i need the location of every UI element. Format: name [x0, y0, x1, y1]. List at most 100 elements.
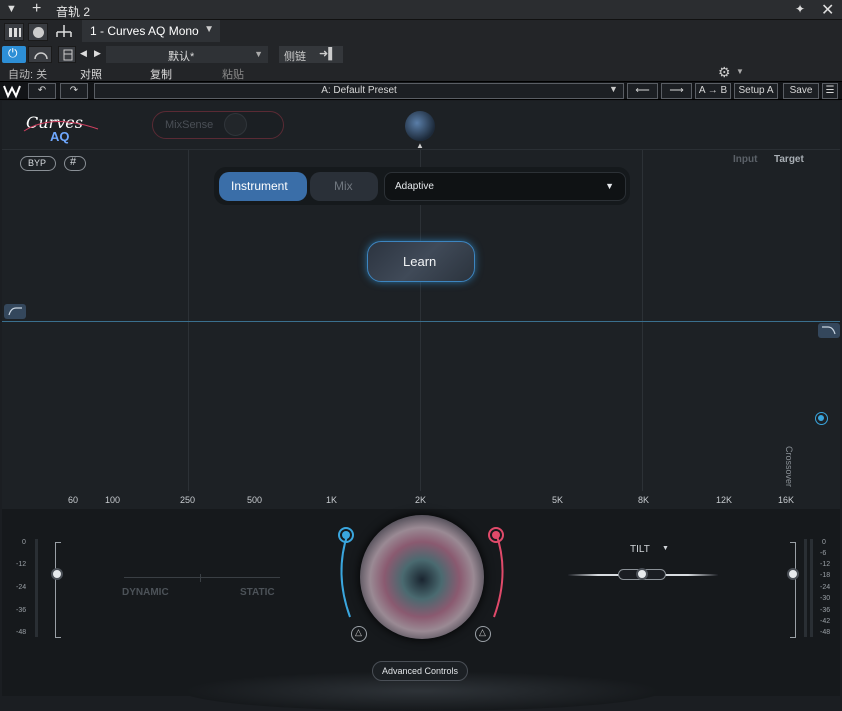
freq-label-100: 100 [105, 495, 121, 505]
freq-label-2k: 2K [415, 495, 427, 505]
preset-next-icon[interactable]: ▶ [94, 48, 101, 59]
advanced-controls-button[interactable]: Advanced Controls [372, 661, 468, 681]
grid-line-8k [642, 149, 643, 491]
db-label: -24 [820, 584, 831, 591]
menu-button[interactable]: ☰ [822, 83, 838, 99]
learn-label: Learn [403, 254, 437, 269]
redo-button[interactable]: ↷ [60, 83, 88, 99]
save-button[interactable]: Save [783, 83, 819, 99]
bars-icon[interactable] [4, 23, 24, 41]
mode-mix-button[interactable]: Mix [310, 172, 378, 201]
mixsense-toggle[interactable]: MixSense [152, 111, 284, 139]
dynamic-static-slider[interactable] [124, 577, 280, 578]
mixsense-label: MixSense [165, 119, 214, 131]
output-gain-slider[interactable] [790, 542, 796, 638]
preset-dropdown[interactable]: 默认* ▼ [106, 46, 268, 63]
low-shelf-button[interactable]: △ [351, 626, 367, 642]
close-icon[interactable]: ✕ [821, 0, 834, 20]
db-label: -12 [16, 561, 27, 568]
pin-icon[interactable]: ✦ [795, 2, 805, 16]
arrow-right-icon: ⟶ [669, 85, 684, 96]
tilt-menu-icon[interactable]: ▼ [662, 545, 669, 552]
freq-label-12k: 12K [716, 495, 733, 505]
input-view-toggle[interactable]: Input [733, 154, 757, 165]
activate-icon[interactable] [28, 46, 52, 63]
freq-label-250: 250 [180, 495, 196, 505]
grid-line-250 [188, 149, 189, 491]
arrow-left-icon: ⟵ [635, 85, 650, 96]
target-view-toggle[interactable]: Target [774, 154, 804, 165]
crossover-button[interactable] [815, 412, 828, 425]
input-gain-slider[interactable] [55, 542, 61, 638]
prev-preset-button[interactable]: ⟵ [627, 83, 658, 99]
bypass-label: BYP [28, 158, 47, 168]
static-label: STATIC [240, 587, 275, 598]
collapse-arrow-icon[interactable]: ▼ [6, 3, 17, 15]
dynamic-static-marker [200, 574, 201, 582]
setup-label: Setup A [738, 85, 774, 96]
db-label: -12 [820, 561, 831, 568]
freq-label-16k: 16K [778, 495, 795, 505]
high-cut-handle[interactable] [818, 323, 840, 338]
paste-button[interactable]: 粘贴 [222, 66, 244, 82]
waves-toolbar: ↶ ↷ A: Default Preset ▼ ⟵ ⟶ A → B Setup … [0, 82, 842, 100]
setup-button[interactable]: Setup A [734, 83, 778, 99]
input-meter-track [35, 539, 38, 637]
low-cut-handle[interactable] [4, 304, 26, 319]
power-button[interactable]: ⏻ [2, 46, 26, 63]
dial-icon[interactable] [28, 23, 48, 41]
bypass-button[interactable]: BYP [20, 156, 56, 171]
redo-icon: ↷ [69, 85, 79, 96]
routing-icon[interactable] [54, 23, 74, 41]
copy-button[interactable]: 复制 [150, 66, 172, 82]
dynamic-label: DYNAMIC [122, 587, 169, 598]
chevron-down-icon: ▼ [605, 181, 614, 191]
sidechain-button[interactable]: 侧链 ➜▌ [279, 46, 343, 63]
output-meter-right [810, 539, 813, 637]
sidechain-label: 侧链 [284, 51, 306, 63]
freq-label-1k: 1K [326, 495, 338, 505]
learn-button[interactable]: Learn [367, 241, 475, 282]
low-band-button[interactable] [338, 527, 354, 543]
chevron-down-icon: ▼ [204, 24, 214, 35]
compare-button[interactable]: 对照 [80, 66, 102, 82]
preset-name-label: A: Default Preset [321, 85, 397, 96]
settings-gear-button[interactable]: ⚙ ▼ [716, 64, 748, 81]
auto-label[interactable]: 自动: 关 [8, 66, 47, 82]
db-label: -48 [16, 629, 27, 636]
add-icon[interactable]: + [32, 0, 41, 18]
output-gain-thumb[interactable] [787, 568, 799, 580]
mode-mix-label: Mix [334, 179, 353, 193]
plugin-panel: Curves AQ MixSense ▲ BYP # Input Target … [2, 101, 840, 711]
db-label: -30 [820, 595, 831, 602]
input-gain-thumb[interactable] [51, 568, 63, 580]
undo-icon: ↶ [37, 85, 47, 96]
plugin-selector[interactable]: 1 - Curves AQ Mono ▼ [82, 20, 220, 42]
triangle-icon: △ [479, 627, 486, 637]
db-label: -36 [820, 607, 831, 614]
adaptive-dropdown[interactable]: Adaptive ▼ [384, 172, 626, 201]
mode-instrument-label: Instrument [231, 179, 288, 193]
db-label: -42 [820, 618, 831, 625]
mode-instrument-button[interactable]: Instrument [219, 172, 307, 201]
tilt-label[interactable]: TILT [630, 544, 650, 555]
plugin-selector-label: 1 - Curves AQ Mono [90, 24, 199, 38]
chevron-down-icon: ▼ [254, 49, 263, 59]
waves-logo-icon [2, 83, 24, 99]
undo-button[interactable]: ↶ [28, 83, 56, 99]
high-band-button[interactable] [488, 527, 504, 543]
tilt-slider-thumb[interactable] [636, 568, 648, 580]
grid-toggle-button[interactable]: # [64, 156, 86, 171]
preset-dropdown-label: 默认* [168, 51, 195, 63]
preset-prev-icon[interactable]: ◀ [80, 48, 87, 59]
hamburger-icon: ☰ [825, 85, 835, 96]
ab-compare-button[interactable]: A → B [695, 83, 731, 99]
collapse-up-icon[interactable]: ▲ [416, 141, 424, 150]
high-shelf-button[interactable]: △ [475, 626, 491, 642]
sound-orb-icon[interactable] [405, 111, 435, 141]
preset-menu-icon[interactable]: ▼ [609, 84, 618, 94]
preset-file-icon[interactable] [58, 46, 76, 63]
next-preset-button[interactable]: ⟶ [661, 83, 692, 99]
preset-name-field[interactable]: A: Default Preset [94, 83, 624, 99]
power-icon: ⏻ [8, 46, 18, 60]
